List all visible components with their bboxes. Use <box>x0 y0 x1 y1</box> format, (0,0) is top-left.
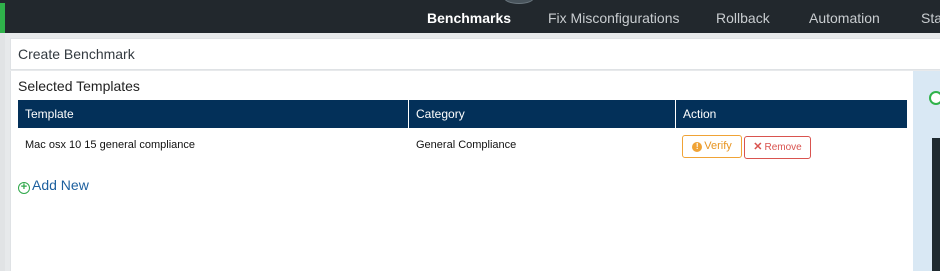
warning-icon: ! <box>692 142 703 152</box>
selected-templates-panel: Selected Templates Template Category Act… <box>10 71 913 271</box>
remove-label: Remove <box>764 142 802 153</box>
column-header-action: Action <box>683 107 717 121</box>
nav-item-fix-misconfigurations[interactable]: Fix Misconfigurations <box>548 0 680 33</box>
column-header-category[interactable]: Category <box>409 100 676 128</box>
add-new-link[interactable]: + Add New <box>18 177 89 194</box>
close-icon: ✕ <box>753 141 763 153</box>
nav-item-status[interactable]: Sta <box>921 0 940 33</box>
add-new-label: Add New <box>32 177 89 193</box>
nav-item-rollback[interactable]: Rollback <box>716 0 770 33</box>
plus-circle-icon: + <box>18 182 30 194</box>
verify-label: Verify <box>704 140 732 152</box>
templates-table: Template Category Action Mac osx 10 15 g… <box>18 100 907 162</box>
page-header: Create Benchmark <box>10 38 940 70</box>
page-title: Create Benchmark <box>18 46 135 62</box>
side-panel <box>913 71 940 271</box>
page-area: Create Benchmark Selected Templates Temp… <box>0 33 940 271</box>
column-header-template[interactable]: Template <box>18 100 409 128</box>
nav-item-automation[interactable]: Automation <box>809 0 880 33</box>
top-nav: Benchmarks Fix Misconfigurations Rollbac… <box>0 0 940 33</box>
page-left-edge <box>0 33 5 271</box>
nav-accent-strip <box>0 3 5 33</box>
side-rail <box>932 138 940 271</box>
category-cell: General Compliance <box>416 139 517 151</box>
section-title: Selected Templates <box>18 78 140 94</box>
template-cell: Mac osx 10 15 general compliance <box>25 139 195 151</box>
nav-item-benchmarks[interactable]: Benchmarks <box>427 0 511 33</box>
remove-button[interactable]: ✕ Remove <box>744 136 811 159</box>
step-circle-icon <box>929 91 940 105</box>
table-header: Template Category Action <box>18 100 907 128</box>
verify-button[interactable]: ! Verify <box>682 135 742 158</box>
table-row: Mac osx 10 15 general compliance General… <box>18 128 907 162</box>
